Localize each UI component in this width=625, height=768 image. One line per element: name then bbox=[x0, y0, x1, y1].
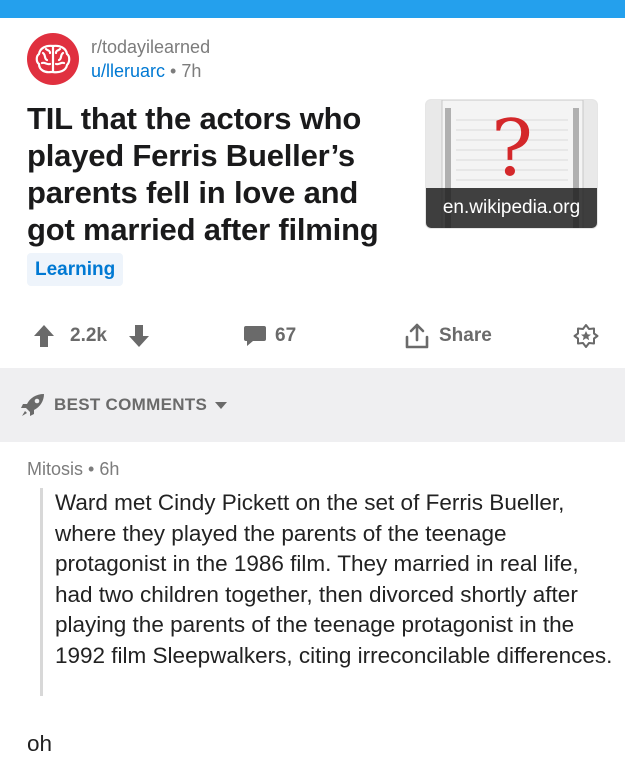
comment-meta: Mitosis • 6h bbox=[27, 457, 119, 481]
comment-author[interactable]: Mitosis bbox=[27, 459, 83, 479]
save-button[interactable] bbox=[573, 316, 599, 356]
share-button[interactable]: Share bbox=[404, 316, 492, 356]
post-age: 7h bbox=[181, 61, 202, 81]
comment-blockquote: Ward met Cindy Pickett on the set of Fer… bbox=[40, 488, 615, 696]
comment-age: 6h bbox=[99, 459, 120, 479]
meta-separator: • bbox=[88, 459, 95, 479]
post-actions: 2.2k 67 Share bbox=[0, 316, 625, 356]
post-score: 2.2k bbox=[70, 325, 107, 346]
link-thumbnail[interactable]: ? en.wikipedia.org bbox=[425, 99, 598, 229]
share-label: Share bbox=[439, 325, 492, 346]
comment-body: oh bbox=[27, 731, 53, 756]
downvote-button[interactable] bbox=[128, 316, 150, 356]
post-header: r/todayilearned u/lleruarc • 7h bbox=[27, 32, 210, 86]
comment-sort-bar[interactable]: BEST COMMENTS bbox=[0, 368, 625, 442]
subreddit-name[interactable]: r/todayilearned bbox=[91, 35, 210, 59]
svg-text:?: ? bbox=[491, 104, 533, 194]
post-title[interactable]: TIL that the actors who played Ferris Bu… bbox=[27, 100, 407, 248]
sort-label: BEST COMMENTS bbox=[54, 395, 208, 414]
caret-down-icon bbox=[215, 402, 228, 409]
subreddit-avatar[interactable] bbox=[27, 33, 79, 85]
share-icon bbox=[405, 323, 429, 349]
upvote-arrow-icon bbox=[34, 325, 54, 347]
comments-button[interactable]: 67 bbox=[243, 316, 296, 356]
status-top-bar bbox=[0, 0, 625, 18]
rocket-icon bbox=[21, 394, 44, 416]
comment-bubble-icon bbox=[244, 326, 266, 346]
post-flair[interactable]: Learning bbox=[27, 253, 124, 286]
quote-text: Ward met Cindy Pickett on the set of Fer… bbox=[55, 490, 613, 668]
meta-separator: • bbox=[170, 61, 177, 81]
post-author-line: u/lleruarc • 7h bbox=[91, 59, 210, 83]
comment-count: 67 bbox=[275, 325, 297, 346]
post-author[interactable]: u/lleruarc bbox=[91, 61, 165, 81]
upvote-button[interactable] bbox=[33, 316, 55, 356]
downvote-arrow-icon bbox=[129, 325, 149, 347]
star-badge-icon bbox=[573, 324, 599, 348]
thumbnail-domain: en.wikipedia.org bbox=[426, 188, 597, 228]
brain-icon bbox=[35, 44, 71, 74]
